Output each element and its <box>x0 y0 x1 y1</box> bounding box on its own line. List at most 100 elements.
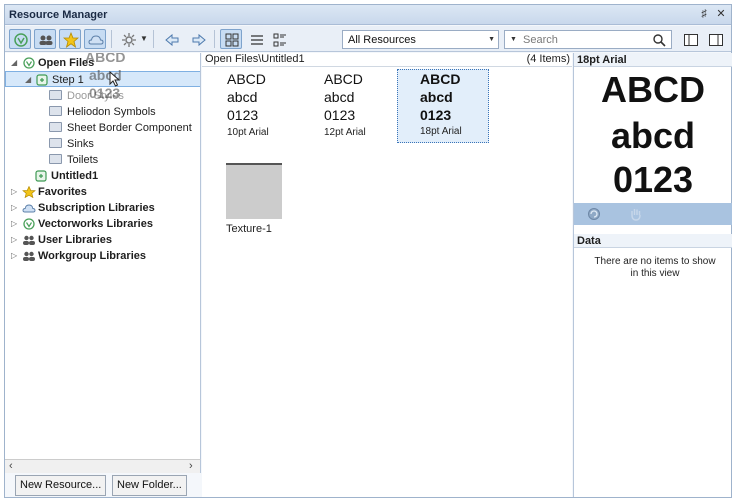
forward-button[interactable] <box>187 29 209 49</box>
show-preview-pane-button[interactable] <box>679 29 701 49</box>
tree-item-toilets[interactable]: Toilets <box>5 152 200 168</box>
list-icon <box>251 35 263 45</box>
pin-icon[interactable]: ♯ <box>697 7 711 21</box>
library-tree: ◢ Open Files ◢ Step 1 Door Styles Heliod… <box>5 53 201 459</box>
new-resource-button[interactable]: New Resource... <box>15 475 107 496</box>
resource-type-value: All Resources <box>348 34 416 46</box>
search-input[interactable]: ▼ Search <box>504 30 672 49</box>
expand-arrow-icon[interactable]: ◢ <box>25 72 31 88</box>
tree-item-vectorworks-libraries[interactable]: ▷ Vectorworks Libraries <box>5 216 200 232</box>
tree-item-user-libraries[interactable]: ▷ User Libraries <box>5 232 200 248</box>
vectorworks-icon <box>14 33 28 47</box>
document-icon <box>36 74 48 86</box>
tree-item-label: Sheet Border Component <box>67 122 192 134</box>
detail-view-button[interactable] <box>268 29 290 49</box>
sample-line-1: ABCD <box>227 71 266 87</box>
tree-item-sinks[interactable]: Sinks <box>5 136 200 152</box>
resource-type-select[interactable]: All Resources ▼ <box>342 30 499 49</box>
data-pane-title: Data <box>574 234 732 248</box>
preview-pane: 18pt Arial ABCD abcd 0123 Data There are… <box>573 53 732 497</box>
tree-item-favorites[interactable]: ▷ Favorites <box>5 184 200 200</box>
scroll-right-icon[interactable]: › <box>189 460 193 472</box>
vectorworks-libraries-toggle[interactable] <box>9 29 31 49</box>
arrow-left-icon <box>165 33 179 47</box>
collapse-arrow-icon[interactable]: ▷ <box>11 216 17 232</box>
resource-name: 10pt Arial <box>227 127 269 138</box>
tree-item-label: Favorites <box>38 186 87 198</box>
item-count: (4 Items) <box>526 53 570 65</box>
expand-arrow-icon[interactable]: ◢ <box>11 55 17 71</box>
tree-item-subscription-libraries[interactable]: ▷ Subscription Libraries <box>5 200 200 216</box>
tree-item-label: Sinks <box>67 138 94 150</box>
grid-icon <box>225 33 239 47</box>
search-icon[interactable] <box>652 33 666 47</box>
settings-button[interactable] <box>117 29 139 49</box>
pane-right-icon <box>709 34 723 46</box>
sample-line-2: abcd <box>227 89 258 105</box>
collapse-arrow-icon[interactable]: ▷ <box>11 200 17 216</box>
collapse-arrow-icon[interactable]: ▷ <box>11 232 17 248</box>
document-icon <box>35 170 47 182</box>
tree-item-heliodon-symbols[interactable]: Heliodon Symbols <box>5 104 200 120</box>
user-libraries-toggle[interactable] <box>34 29 56 49</box>
cloud-icon <box>88 35 104 45</box>
title-bar: Resource Manager ♯ ✕ <box>5 5 731 25</box>
drag-ghost-line-1: ABCD <box>85 53 126 65</box>
thumbnail-view-button[interactable] <box>220 29 242 49</box>
vectorworks-icon <box>23 57 35 69</box>
tree-item-label: Toilets <box>67 154 99 166</box>
tree-item-sheet-border-component[interactable]: Sheet Border Component <box>5 120 200 136</box>
scroll-left-icon[interactable]: ‹ <box>9 460 13 472</box>
resource-manager-window: Resource Manager ♯ ✕ ▼ All Resources ▼ ▼… <box>4 4 732 498</box>
pane-left-icon <box>684 34 698 46</box>
list-view-button[interactable] <box>245 29 267 49</box>
tree-item-label: Vectorworks Libraries <box>38 218 153 230</box>
search-options-icon[interactable]: ▼ <box>510 36 517 43</box>
new-folder-button[interactable]: New Folder... <box>112 475 187 496</box>
data-empty-message: There are no items to show in this view <box>594 256 716 279</box>
sample-line-1: ABCD <box>420 71 461 87</box>
arrow-right-icon <box>192 33 206 47</box>
preview-toolbar <box>574 203 732 225</box>
tree-item-label: Step 1 <box>52 74 84 86</box>
resource-tile-18pt-arial[interactable]: ABCD abcd 0123 18pt Arial <box>397 69 489 143</box>
rotate-view-icon[interactable] <box>586 206 602 222</box>
gear-icon <box>122 33 136 47</box>
preview-title: 18pt Arial <box>574 53 732 67</box>
favorites-toggle[interactable] <box>59 29 81 49</box>
chevron-down-icon: ▼ <box>488 36 495 43</box>
tree-horizontal-scrollbar[interactable]: ‹ › <box>5 459 201 473</box>
collapse-arrow-icon[interactable]: ▷ <box>11 248 17 264</box>
resource-name: 18pt Arial <box>420 126 462 137</box>
settings-dropdown-icon[interactable]: ▼ <box>140 34 148 43</box>
search-placeholder: Search <box>523 34 558 46</box>
back-button[interactable] <box>160 29 182 49</box>
preview-line-1: ABCD <box>601 69 705 110</box>
show-data-pane-button[interactable] <box>704 29 726 49</box>
preview-line-3: 0123 <box>612 159 694 200</box>
tree-item-label: Workgroup Libraries <box>38 250 146 262</box>
tree-item-workgroup-libraries[interactable]: ▷ Workgroup Libraries <box>5 248 200 264</box>
window-title: Resource Manager <box>9 9 108 21</box>
folder-icon <box>49 90 62 100</box>
resource-tile-texture-1[interactable]: Texture-1 <box>226 163 318 235</box>
tree-item-label: Untitled1 <box>51 170 99 182</box>
texture-thumbnail <box>226 163 282 219</box>
subscription-libraries-toggle[interactable] <box>84 29 106 49</box>
drag-ghost-line-3: 0123 <box>89 85 121 101</box>
toolbar: ▼ All Resources ▼ ▼ Search <box>5 26 731 52</box>
vectorworks-icon <box>23 218 35 230</box>
resource-name: Texture-1 <box>226 223 272 235</box>
tree-item-untitled1[interactable]: Untitled1 <box>5 168 200 184</box>
toolbar-separator <box>111 30 112 48</box>
tree-item-label: Subscription Libraries <box>38 202 155 214</box>
close-icon[interactable]: ✕ <box>714 7 728 21</box>
resource-tile-10pt-arial[interactable]: ABCD abcd 0123 10pt Arial <box>227 70 319 138</box>
sample-line-3: 0123 <box>420 107 452 123</box>
collapse-arrow-icon[interactable]: ▷ <box>11 184 17 200</box>
current-path: Open Files\Untitled1 <box>205 53 305 65</box>
star-icon <box>22 186 36 198</box>
breadcrumb: Open Files\Untitled1 (4 Items) <box>202 53 572 67</box>
sample-line-3: 0123 <box>227 107 259 123</box>
pan-hand-icon[interactable] <box>628 206 644 222</box>
